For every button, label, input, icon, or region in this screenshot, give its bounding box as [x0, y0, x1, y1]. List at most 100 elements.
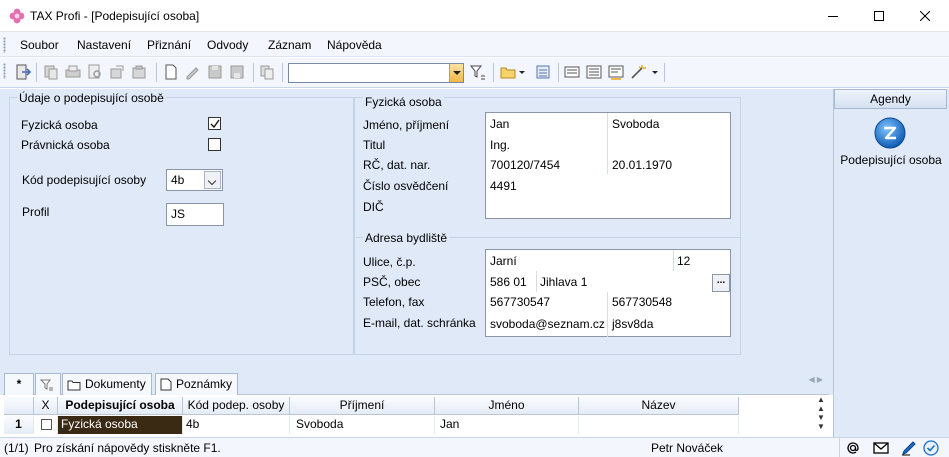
toolbar	[0, 58, 949, 88]
ulice-label: Ulice, č.p.	[363, 255, 416, 269]
maximize-button[interactable]	[856, 0, 902, 31]
fyzicka-osoba-title: Fyzická osoba	[363, 95, 444, 109]
report-icon[interactable]	[607, 63, 625, 81]
kod-osoby-select[interactable]: 4b	[166, 169, 223, 191]
folder-icon[interactable]	[499, 63, 517, 81]
tools-icon[interactable]	[130, 63, 148, 81]
list-icon[interactable]	[585, 63, 603, 81]
col-header-osoba[interactable]: Podepisující osoba	[58, 397, 183, 415]
jmeno-label: Jméno, příjmení	[363, 118, 450, 132]
schranka-field[interactable]: j8sv8da	[612, 317, 653, 331]
ulice-field[interactable]: Jarní	[490, 254, 517, 268]
calculator-icon[interactable]	[534, 63, 552, 81]
checkmark-icon	[210, 119, 220, 129]
email-field[interactable]: svoboda@seznam.cz	[490, 317, 605, 331]
fax-field[interactable]: 567730548	[612, 295, 672, 309]
agenda-panel: Agendy Podepisující osoba	[833, 89, 949, 437]
dic-label: DIČ	[363, 200, 384, 214]
menu-bar: Soubor Nastavení Přiznání Odvody Záznam …	[0, 32, 949, 57]
tab-scroll-arrows[interactable]: ◀ ▶	[808, 375, 823, 384]
email-label: E-mail, dat. schránka	[363, 316, 476, 330]
menu-zaznam[interactable]: Záznam	[268, 38, 311, 52]
check-circle-icon[interactable]	[923, 440, 939, 456]
search-combo-dropdown[interactable]	[449, 64, 463, 82]
wizard-dropdown-icon[interactable]	[650, 63, 660, 81]
menu-soubor[interactable]: Soubor	[20, 38, 59, 52]
row-jmeno-cell[interactable]: Jan	[435, 416, 579, 434]
col-header-jmeno[interactable]: Jméno	[435, 397, 579, 415]
fyzicka-osoba-checkbox[interactable]	[208, 117, 221, 130]
print-icon[interactable]	[64, 63, 82, 81]
close-button[interactable]	[902, 0, 948, 31]
row-x-cell[interactable]	[34, 416, 58, 434]
toolbar-grip	[3, 63, 6, 79]
obec-browse-button[interactable]: ...	[712, 274, 730, 292]
telefon-field[interactable]: 567730547	[490, 295, 550, 309]
menu-napoveda[interactable]: Nápověda	[327, 38, 382, 52]
rc-field[interactable]: 700120/7454	[490, 158, 560, 172]
filter-icon	[40, 379, 53, 391]
pravnicka-osoba-checkbox[interactable]	[208, 138, 221, 151]
psc-label: PSČ, obec	[363, 275, 421, 289]
preview-icon[interactable]	[86, 63, 104, 81]
filter-icon[interactable]	[469, 63, 487, 81]
row-prijmeni-cell[interactable]: Svoboda	[290, 416, 435, 434]
new-record-icon[interactable]	[162, 63, 180, 81]
signer-agenda-icon[interactable]	[874, 117, 906, 149]
signer-details-title: Údaje o podepisující osobě	[17, 91, 166, 105]
osvedceni-field[interactable]: 4491	[490, 179, 517, 193]
menu-odvody[interactable]: Odvody	[207, 38, 248, 52]
tab-filter[interactable]	[35, 373, 61, 395]
wizard-icon[interactable]	[629, 63, 647, 81]
records-grid: X Podepisující osoba Kód podep. osoby Př…	[0, 395, 833, 437]
status-user: Petr Nováček	[651, 441, 724, 455]
row-nazev-cell[interactable]	[579, 416, 739, 434]
tab-poznamky[interactable]: Poznámky	[155, 373, 238, 395]
menu-grip	[3, 37, 6, 53]
kod-osoby-label: Kód podepisující osoby	[22, 173, 147, 187]
row-osoba-cell[interactable]: Fyzická osoba	[58, 416, 183, 434]
menu-priznani[interactable]: Přiznání	[147, 38, 191, 52]
mail-icon[interactable]	[873, 440, 889, 456]
menu-nastaveni[interactable]: Nastavení	[77, 38, 131, 52]
person-fields-panel: Jan Svoboda Ing. 700120/7454 20.01.1970 …	[485, 112, 731, 219]
col-header-x[interactable]: X	[34, 397, 58, 415]
col-header-prijmeni[interactable]: Příjmení	[290, 397, 435, 415]
jmeno-field[interactable]: Jan	[490, 117, 509, 131]
tab-star[interactable]: *	[4, 373, 34, 395]
exit-icon[interactable]	[14, 63, 32, 81]
titul-field[interactable]: Ing.	[490, 138, 510, 152]
cp-field[interactable]: 12	[677, 254, 690, 268]
export-icon[interactable]	[108, 63, 126, 81]
save-icon[interactable]	[206, 63, 224, 81]
sign-pen-icon[interactable]	[901, 440, 917, 456]
at-sign-icon[interactable]	[845, 440, 861, 456]
search-combo[interactable]	[288, 63, 464, 83]
dat-nar-field[interactable]: 20.01.1970	[612, 158, 672, 172]
obec-field[interactable]: Jihlava 1	[540, 275, 587, 289]
psc-field[interactable]: 586 01	[490, 275, 527, 289]
minimize-button[interactable]	[810, 0, 856, 31]
status-record-count: (1/1)	[4, 441, 29, 455]
row-x-checkbox[interactable]	[41, 419, 52, 430]
agenda-item-podepisujici-osoba[interactable]: Podepisující osoba	[834, 153, 948, 167]
profil-input[interactable]: JS	[166, 203, 224, 226]
edit-icon[interactable]	[184, 63, 202, 81]
chevron-down-icon[interactable]	[204, 171, 221, 189]
fyzicka-osoba-label: Fyzická osoba	[21, 118, 98, 132]
copy-record-icon[interactable]	[42, 63, 60, 81]
status-hint: Pro získání nápovědy stiskněte F1.	[34, 441, 221, 455]
save-close-icon[interactable]	[228, 63, 246, 81]
duplicate-icon[interactable]	[258, 63, 276, 81]
prijmeni-field[interactable]: Svoboda	[612, 117, 659, 131]
folder-dropdown-icon[interactable]	[517, 63, 527, 81]
tab-dokumenty[interactable]: Dokumenty	[62, 373, 152, 395]
telefon-label: Telefon, fax	[363, 295, 425, 309]
form-icon[interactable]	[563, 63, 581, 81]
grid-vertical-scroll[interactable]: ▲ ▲ ▼ ▼	[815, 395, 827, 437]
folder-icon	[67, 380, 81, 391]
col-header-kod[interactable]: Kód podep. osoby	[183, 397, 290, 415]
profil-value: JS	[171, 207, 186, 221]
row-kod-cell[interactable]: 4b	[183, 416, 290, 434]
col-header-nazev[interactable]: Název	[579, 397, 739, 415]
